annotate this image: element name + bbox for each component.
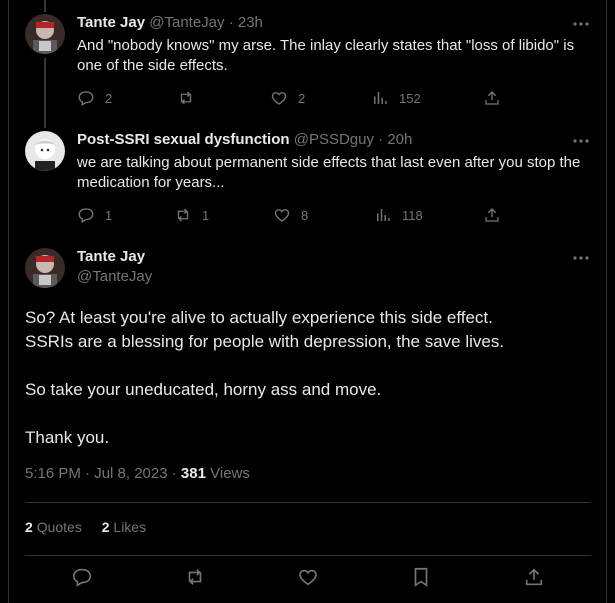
retweet-count: 1 (202, 207, 210, 223)
share-icon (525, 568, 543, 586)
main-tweet-line: So? At least you're alive to actually ex… (25, 308, 493, 327)
reply-header: Post-SSRI sexual dysfunction @PSSDguy · … (77, 131, 412, 148)
quotes-label: Quotes (36, 519, 82, 535)
divider (25, 555, 591, 556)
like-count: 2 (298, 90, 306, 106)
main-tweet-line: Thank you. (25, 428, 110, 447)
quotes-link[interactable]: 2 Quotes (25, 519, 82, 535)
more-icon[interactable] (571, 131, 591, 151)
post-time[interactable]: · 23h (229, 14, 263, 31)
avatar-tante-jay[interactable] (25, 14, 65, 54)
share-button[interactable] (523, 566, 545, 588)
like-button[interactable]: 8 (273, 205, 308, 225)
thread-line (44, 58, 46, 128)
timestamp[interactable]: 5:16 PM · Jul 8, 2023 · (25, 465, 177, 482)
reply-count: 1 (105, 207, 113, 223)
like-icon (299, 569, 317, 586)
thread-line (44, 0, 46, 12)
retweet-icon (177, 208, 189, 222)
share-icon (485, 91, 499, 105)
views-button[interactable]: 118 (374, 205, 423, 225)
author-name[interactable]: Tante Jay (77, 14, 145, 31)
tweet-meta: 5:16 PM · Jul 8, 2023 · 381 Views (25, 465, 250, 482)
action-bar: 2 2 152 (77, 88, 517, 108)
main-action-bar (25, 566, 591, 592)
reply-count: 2 (105, 90, 113, 106)
more-icon[interactable] (571, 248, 591, 268)
more-icon[interactable] (571, 14, 591, 34)
quotes-count: 2 (25, 519, 33, 535)
views-icon (377, 209, 390, 221)
avatar-pssdguy[interactable] (25, 131, 65, 171)
reply-text: And "nobody knows" my arse. The inlay cl… (77, 37, 575, 74)
post-time[interactable]: · 20h (378, 131, 412, 148)
views-count: 381 (180, 465, 206, 482)
avatar-tante-jay[interactable] (25, 248, 65, 288)
view-count: 118 (402, 207, 423, 223)
retweet-button[interactable]: 1 (174, 205, 209, 225)
views-icon (374, 92, 387, 104)
likes-label: Likes (113, 519, 147, 535)
likes-count: 2 (101, 519, 110, 535)
reply-button[interactable]: 2 (77, 88, 112, 108)
views-button[interactable]: 152 (371, 88, 421, 108)
main-author-handle[interactable]: @TanteJay (77, 268, 152, 285)
share-icon (485, 208, 499, 222)
reply-icon (78, 208, 94, 223)
retweet-icon (180, 91, 192, 105)
like-count: 8 (301, 207, 309, 223)
bookmark-button[interactable] (410, 566, 432, 588)
share-button[interactable] (483, 205, 501, 225)
retweet-button[interactable] (184, 566, 206, 588)
views-label: Views (210, 465, 250, 482)
reply-button[interactable]: 1 (77, 205, 112, 225)
likes-link[interactable]: 2 Likes (102, 519, 146, 535)
main-author-name-row: Tante Jay (77, 248, 145, 265)
retweet-button[interactable] (177, 88, 205, 108)
engagement-stats: 2 Quotes 2 Likes (25, 519, 146, 535)
author-handle[interactable]: @PSSDguy (294, 131, 374, 148)
bookmark-icon (414, 567, 428, 587)
reply-icon (78, 91, 94, 106)
reply-button[interactable] (71, 566, 93, 588)
reply-header: Tante Jay @TanteJay · 23h (77, 14, 263, 31)
retweet-icon (188, 569, 202, 585)
like-icon (271, 92, 287, 105)
main-tweet-line: So take your uneducated, horny ass and m… (25, 380, 382, 399)
author-name[interactable]: Tante Jay (77, 248, 145, 265)
like-icon (274, 209, 290, 222)
reply-icon (72, 568, 92, 587)
reply-text: we are talking about permanent side effe… (77, 154, 581, 191)
main-tweet-line: SSRIs are a blessing for people with dep… (25, 332, 505, 351)
author-handle[interactable]: @TanteJay (149, 14, 224, 31)
like-button[interactable] (297, 566, 319, 588)
author-name[interactable]: Post-SSRI sexual dysfunction (77, 131, 290, 148)
share-button[interactable] (483, 88, 501, 108)
action-bar: 1 1 8 118 (77, 205, 517, 225)
like-button[interactable]: 2 (270, 88, 305, 108)
divider (25, 502, 591, 503)
view-count: 152 (399, 90, 421, 106)
